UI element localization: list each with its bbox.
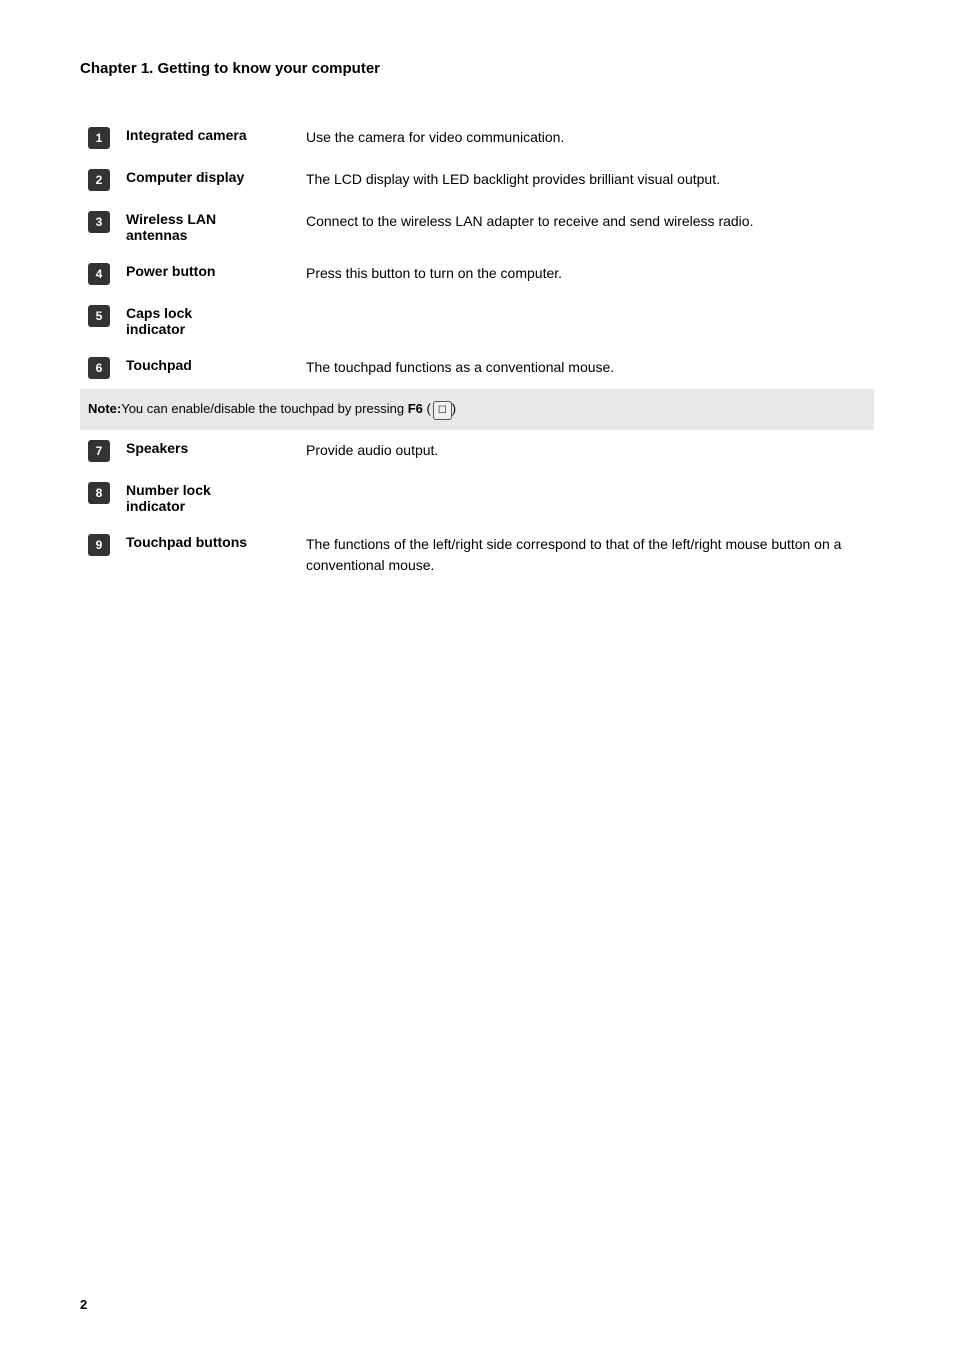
item-description: The functions of the left/right side cor…: [298, 524, 874, 586]
item-number-badge: 5: [88, 305, 110, 327]
item-description: [298, 295, 874, 347]
item-description: Connect to the wireless LAN adapter to r…: [298, 201, 874, 253]
item-number-badge: 9: [88, 534, 110, 556]
item-name: Computer display: [118, 159, 298, 201]
item-number-badge: 3: [88, 211, 110, 233]
page-number: 2: [80, 1297, 87, 1312]
item-name: Touchpad buttons: [118, 524, 298, 586]
item-name: Touchpad: [118, 347, 298, 389]
table-row: 1 Integrated cameraUse the camera for vid…: [80, 117, 874, 159]
table-row: 6 TouchpadThe touchpad functions as a con…: [80, 347, 874, 389]
table-row: 8 Number lockindicator: [80, 472, 874, 524]
item-name: Wireless LANantennas: [118, 201, 298, 253]
item-number-badge: 6: [88, 357, 110, 379]
item-number-badge: 1: [88, 127, 110, 149]
item-description: [298, 472, 874, 524]
item-description: The LCD display with LED backlight provi…: [298, 159, 874, 201]
item-name: Speakers: [118, 430, 298, 472]
item-description: Use the camera for video communication.: [298, 117, 874, 159]
item-number-badge: 7: [88, 440, 110, 462]
item-description: The touchpad functions as a conventional…: [298, 347, 874, 389]
note-label: Note:: [88, 401, 121, 416]
table-row: 9 Touchpad buttonsThe functions of the le…: [80, 524, 874, 586]
item-number-badge: 8: [88, 482, 110, 504]
f6-key-label: F6: [408, 401, 423, 416]
items-table: 1 Integrated cameraUse the camera for vid…: [80, 117, 874, 586]
table-row: 5 Caps lockindicator: [80, 295, 874, 347]
item-name: Caps lockindicator: [118, 295, 298, 347]
item-name: Integrated camera: [118, 117, 298, 159]
item-description: Provide audio output.: [298, 430, 874, 472]
table-row: 4 Power buttonPress this button to turn o…: [80, 253, 874, 295]
item-name: Number lockindicator: [118, 472, 298, 524]
item-number-badge: 4: [88, 263, 110, 285]
table-row: 3 Wireless LANantennasConnect to the wire…: [80, 201, 874, 253]
note-row: Note:You can enable/disable the touchpad…: [80, 389, 874, 430]
table-row: 7 SpeakersProvide audio output.: [80, 430, 874, 472]
item-number-badge: 2: [88, 169, 110, 191]
item-description: Press this button to turn on the compute…: [298, 253, 874, 295]
f6-icon-badge: ☐: [433, 401, 452, 420]
item-name: Power button: [118, 253, 298, 295]
table-row: 2 Computer displayThe LCD display with LE…: [80, 159, 874, 201]
chapter-title: Chapter 1. Getting to know your computer: [80, 60, 874, 77]
